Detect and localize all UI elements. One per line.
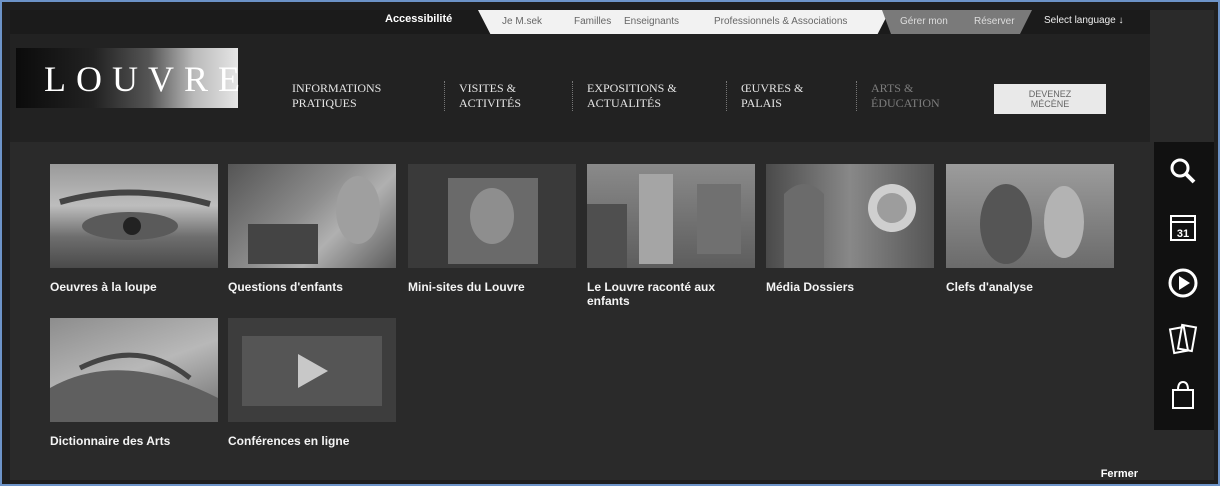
nav-informations-pratiques[interactable]: Informations Pratiques	[278, 81, 381, 111]
museum-gallery-image	[784, 184, 916, 268]
resources-panel: Oeuvres à la loupe Questions d'enfants M…	[10, 142, 1150, 480]
account-links: Gérer mon Réserver	[882, 10, 1032, 34]
nav-label-line1: Œuvres &	[741, 81, 804, 95]
tile-media-dossiers[interactable]: Média Dossiers	[766, 164, 934, 294]
browser-frame: Accessibilité Je M.sek Familles Enseigna…	[0, 0, 1220, 486]
audience-links: Je M.sek Familles Enseignants Profession…	[478, 10, 890, 34]
lecture-video-image	[242, 336, 382, 406]
tile-dictionnaire-arts[interactable]: Dictionnaire des Arts	[50, 318, 218, 448]
audience-link-families[interactable]: Familles	[574, 16, 611, 27]
logo-text: LOUVRE	[44, 59, 250, 99]
tile-caption: Conférences en ligne	[228, 434, 350, 448]
painting-figures-image	[980, 184, 1084, 264]
calendar-icon[interactable]: 31	[1166, 210, 1200, 244]
louvre-logo[interactable]: LOUVRE	[16, 48, 240, 108]
book-link[interactable]: Réserver	[974, 16, 1015, 27]
page: Accessibilité Je M.sek Familles Enseigna…	[10, 10, 1214, 480]
account-link[interactable]: Gérer mon	[900, 16, 948, 27]
thumbnail-image	[946, 164, 1114, 268]
tile-conferences-ligne[interactable]: Conférences en ligne	[228, 318, 396, 448]
side-toolbar: 31	[1154, 142, 1214, 430]
tile-caption: Questions d'enfants	[228, 280, 343, 294]
search-icon[interactable]	[1166, 154, 1200, 188]
egyptian-relief-image	[587, 174, 741, 268]
close-panel-link[interactable]: Fermer	[1101, 468, 1138, 480]
audience-link-teachers[interactable]: Enseignants	[624, 16, 679, 27]
tile-clefs-analyse[interactable]: Clefs d'analyse	[946, 164, 1114, 294]
tile-caption: Média Dossiers	[766, 280, 855, 294]
hand-drawing-image	[248, 176, 380, 264]
nav-label-line2: Éducation	[871, 96, 940, 110]
calendar-day: 31	[1177, 228, 1189, 240]
sculpture-detail-image	[50, 352, 218, 422]
audience-link-professionals[interactable]: Professionnels & Associations	[714, 16, 847, 27]
nav-label-line1: Informations	[292, 81, 382, 95]
tile-questions-enfants[interactable]: Questions d'enfants	[228, 164, 396, 294]
nav-visites-activites[interactable]: Visites & Activités	[444, 81, 521, 111]
shopping-bag-icon[interactable]	[1166, 378, 1200, 412]
tile-mini-sites[interactable]: Mini-sites du Louvre	[408, 164, 576, 294]
thumbnail-image	[228, 318, 396, 422]
tile-caption: Mini-sites du Louvre	[408, 280, 525, 294]
nav-label-line2: Pratiques	[292, 96, 357, 110]
donate-button[interactable]: DEVENEZ MÉCÈNE	[994, 84, 1106, 114]
nav-oeuvres-palais[interactable]: Œuvres & Palais	[726, 81, 803, 111]
main-header: LOUVRE Informations Pratiques Visites & …	[10, 34, 1150, 142]
nav-label-line1: Expositions &	[587, 81, 677, 95]
eye-closeup-image	[59, 189, 211, 240]
nav-label-line1: Arts &	[871, 81, 914, 95]
thumbnail-image	[50, 164, 218, 268]
accessibility-link[interactable]: Accessibilité	[385, 13, 452, 25]
nav-label-line2: Activités	[459, 96, 521, 110]
nav-label-line2: Palais	[741, 96, 782, 110]
donate-line1: DEVENEZ	[1028, 89, 1072, 99]
nav-arts-education[interactable]: Arts & Éducation	[856, 81, 940, 111]
tile-oeuvres-loupe[interactable]: Oeuvres à la loupe	[50, 164, 218, 294]
nav-label-line2: Actualités	[587, 96, 661, 110]
tickets-icon[interactable]	[1166, 322, 1200, 356]
tile-caption: Le Louvre raconté aux enfants	[587, 280, 716, 308]
nav-label-line1: Visites &	[459, 81, 516, 95]
thumbnail-image	[228, 164, 396, 268]
tile-louvre-enfants[interactable]: Le Louvre raconté aux enfants	[587, 164, 755, 308]
donate-line2: MÉCÈNE	[1030, 99, 1070, 109]
portrait-painting-image	[448, 178, 538, 264]
tile-caption: Dictionnaire des Arts	[50, 434, 171, 448]
thumbnail-image	[50, 318, 218, 422]
top-utility-bar: Accessibilité Je M.sek Familles Enseigna…	[10, 10, 1150, 34]
tile-caption: Oeuvres à la loupe	[50, 280, 157, 294]
thumbnail-image	[408, 164, 576, 268]
nav-expositions-actualites[interactable]: Expositions & Actualités	[572, 81, 677, 111]
language-select[interactable]: Select language ↓	[1044, 15, 1124, 26]
tile-caption: Clefs d'analyse	[946, 280, 1033, 294]
play-icon[interactable]	[1166, 266, 1200, 300]
thumbnail-image	[766, 164, 934, 268]
thumbnail-image	[587, 164, 755, 268]
audience-link-1[interactable]: Je M.sek	[502, 16, 542, 27]
